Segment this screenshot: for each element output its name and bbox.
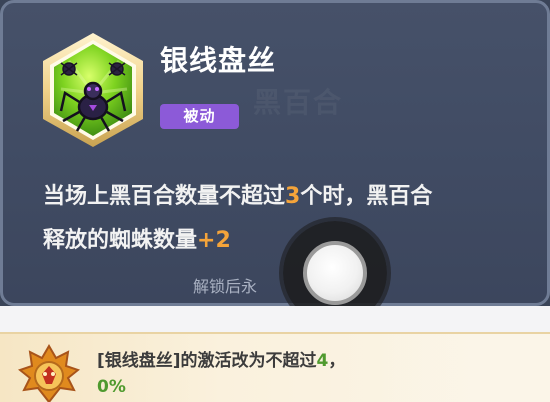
touch-button-core[interactable]	[303, 241, 367, 305]
description-text: 释放的蜘蛛数量	[43, 228, 198, 253]
upgrade-text: ，	[328, 351, 346, 371]
golden-crest-icon	[18, 344, 80, 402]
description-highlight-value: 3	[285, 184, 301, 209]
unlock-note: 解锁后永	[193, 277, 258, 296]
description-highlight-value: +2	[197, 228, 231, 253]
background-watermark-text: 黑百合	[253, 86, 344, 119]
skill-tooltip-card: 黑百合 银线盘丝 被动 当场上黑百合数量不超过3个时，黑百合 释放的蜘蛛数量+2…	[0, 0, 550, 306]
upgrade-percent-value: 0%	[97, 377, 126, 397]
upgrade-description: [银线盘丝]的激活改为不超过4，	[97, 348, 345, 374]
description-text: 当场上黑百合数量不超过	[43, 184, 286, 209]
blur-overlay	[380, 334, 550, 402]
description-text: 个时，黑百合	[300, 184, 433, 209]
separator-gap	[0, 306, 550, 332]
spider-skill-icon	[43, 33, 143, 147]
skill-description: 当场上黑百合数量不超过3个时，黑百合 释放的蜘蛛数量+2	[43, 175, 523, 263]
skill-title: 银线盘丝	[160, 44, 277, 77]
upgrade-value: 4	[316, 351, 329, 371]
upgrade-text: [银线盘丝]的激活改为不超过	[97, 351, 317, 371]
upgrade-effect-card: [银线盘丝]的激活改为不超过4， 0%	[0, 332, 550, 402]
passive-tag-badge: 被动	[160, 104, 239, 129]
